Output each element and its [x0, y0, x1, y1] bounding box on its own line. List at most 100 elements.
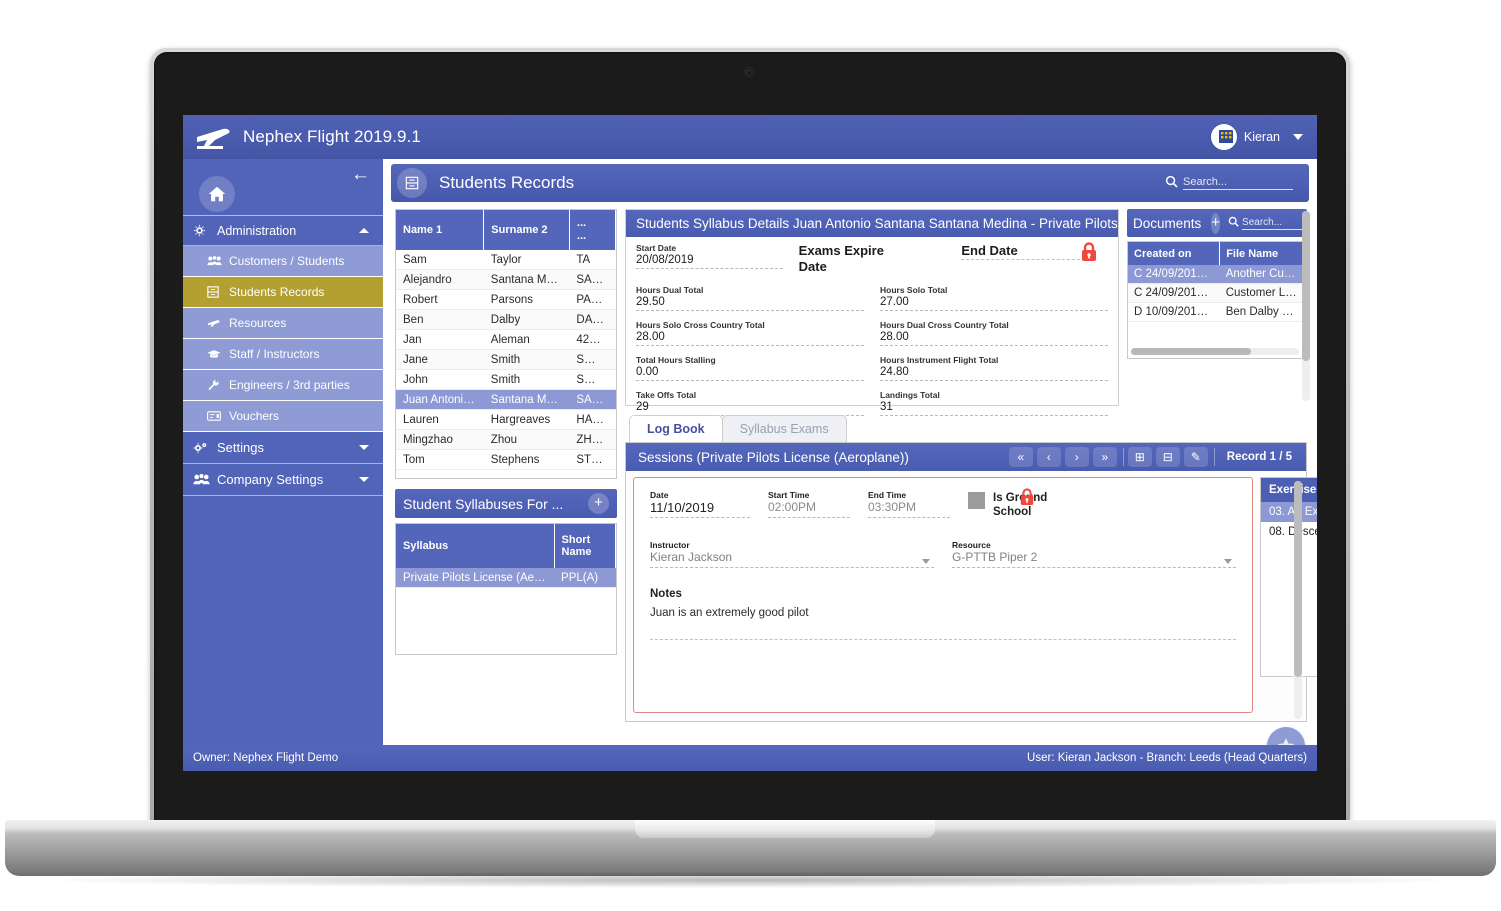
lock-icon[interactable] [1019, 487, 1035, 507]
chevron-down-icon[interactable] [1293, 134, 1303, 140]
tab-syllabus-exams[interactable]: Syllabus Exams [721, 415, 847, 442]
table-row[interactable]: C 24/09/2019 15:48:22Customer Log Book [1128, 283, 1306, 303]
chevron-left-icon[interactable]: ‹ [1036, 447, 1061, 467]
column-header-syllabus[interactable]: Syllabus [396, 524, 555, 568]
field-hours-solo-total: Hours Solo Total 27.00 [880, 285, 1108, 311]
field-value[interactable]: 29.50 [636, 296, 864, 311]
sidebar-item-customers-students[interactable]: Customers / Students [183, 246, 383, 277]
table-row[interactable]: Alejandro Santana Medina SA… [396, 269, 616, 290]
list-item[interactable]: 08. Descending [1261, 522, 1317, 542]
field-value[interactable]: Kieran Jackson [650, 550, 934, 568]
field-value[interactable]: 20/08/2019 [636, 254, 783, 269]
field-value[interactable]: 24.80 [880, 366, 1108, 381]
table-row[interactable]: Lauren Hargreaves HA… [396, 409, 616, 430]
wrench-icon [207, 379, 229, 391]
cell-code: PA… [569, 289, 616, 310]
table-row[interactable]: Robert Parsons PA… [396, 289, 616, 310]
voucher-icon [207, 411, 229, 421]
sidebar-item-label: Vouchers [229, 409, 280, 423]
column-header-short-name[interactable]: Short Name [554, 524, 616, 568]
table-row[interactable]: Jane Smith S… [396, 349, 616, 370]
arrow-left-icon[interactable]: ← [351, 165, 370, 184]
search-box[interactable]: Search... [1165, 175, 1293, 191]
sidebar-item-staff-instructors[interactable]: Staff / Instructors [183, 339, 383, 370]
students-grid[interactable]: Name 1 Surname 2 ... ... Sam Taylor TA Alej… [395, 209, 617, 479]
field-value[interactable]: Juan is an extremely good pilot [650, 607, 1236, 619]
column-header-name[interactable]: Name 1 [396, 210, 485, 250]
field-value[interactable]: 29 [636, 401, 864, 416]
sidebar-item-engineers-3rd-parties[interactable]: Engineers / 3rd parties [183, 370, 383, 401]
app-topbar: Nephex Flight 2019.9.1 Kieran [183, 115, 1317, 159]
column-header-surname[interactable]: Surname 2 [483, 210, 570, 250]
field-notes: Notes Juan is an extremely good pilot [650, 588, 1236, 640]
column-header-created-on[interactable]: Created on [1128, 242, 1221, 265]
field-value[interactable]: 27.00 [880, 296, 1108, 311]
people-icon [207, 255, 229, 267]
dots-line-2: ... [576, 230, 587, 242]
sidebar-item-vouchers[interactable]: Vouchers [183, 401, 383, 432]
exercise-list[interactable]: Exercise Name 03. Air Experience08. Desc… [1260, 477, 1317, 677]
sidebar-item-label: Staff / Instructors [229, 347, 320, 361]
edit-record-icon[interactable]: ✎ [1183, 447, 1208, 467]
lock-icon[interactable] [1080, 241, 1098, 263]
cell-created-on: D 10/09/2019 11:38:31 [1128, 302, 1220, 322]
table-row[interactable]: D 10/09/2019 11:38:31Ben Dalby Flying Dc [1128, 302, 1306, 322]
dots-line-1: ... [576, 217, 587, 230]
add-record-icon[interactable]: ⊞ [1127, 447, 1152, 467]
delete-record-icon[interactable]: ⊟ [1155, 447, 1180, 467]
chevron-down-icon[interactable] [922, 558, 930, 564]
sidebar-group-administration[interactable]: Administration [183, 216, 383, 246]
chevron-down-icon [359, 445, 369, 450]
cell-surname: Zhou [483, 429, 570, 450]
sidebar-group-settings[interactable]: Settings [183, 432, 383, 464]
cell-surname: Aleman [483, 329, 570, 350]
documents-horizontal-scrollbar[interactable] [1131, 348, 1299, 355]
field-date: Date 11/10/2019 [650, 490, 750, 518]
add-document-button[interactable]: + [1211, 212, 1221, 234]
field-value[interactable]: 28.00 [880, 331, 1108, 346]
chevron-right-icon[interactable]: › [1064, 447, 1089, 467]
table-header-row: Name 1 Surname 2 ... ... [396, 210, 617, 250]
page-title: Students Records [439, 173, 575, 192]
table-row[interactable]: Tom Stephens ST… [396, 449, 616, 470]
list-item[interactable]: 03. Air Experience [1261, 502, 1317, 522]
field-value[interactable]: 31 [880, 401, 1108, 416]
chevron-down-icon[interactable] [1224, 558, 1232, 564]
group-icon [193, 473, 213, 486]
field-value[interactable]: G-PTTB Piper 2 [952, 550, 1236, 568]
user-menu[interactable]: Kieran [1210, 124, 1303, 150]
table-row[interactable]: C 24/09/2019 16:00:21Another Customer L [1128, 265, 1306, 284]
home-icon[interactable] [199, 176, 235, 212]
field-value[interactable]: 02:00PM [768, 500, 850, 518]
main-scrollbar[interactable] [1302, 211, 1310, 401]
field-value[interactable]: 0.00 [636, 366, 864, 381]
table-row[interactable]: Mingzhao Zhou ZH… [396, 429, 616, 450]
table-row[interactable]: John Smith S… [396, 369, 616, 390]
field-value[interactable]: 03:30PM [868, 500, 950, 518]
table-row[interactable]: Juan Antonio Sant…Santana MedinaSA… [396, 389, 616, 410]
search-input[interactable]: Search... [1183, 176, 1293, 190]
field-value[interactable]: 11/10/2019 [650, 500, 750, 518]
field-value[interactable]: 28.00 [636, 331, 864, 346]
sidebar-item-resources[interactable]: Resources [183, 308, 383, 339]
session-form-scrollbar[interactable] [1294, 481, 1302, 719]
column-header-file-name[interactable]: File Name [1219, 242, 1306, 265]
is-ground-school-checkbox[interactable] [968, 492, 985, 509]
sidebar-item-students-records[interactable]: Students Records [183, 277, 383, 308]
table-header-row: Syllabus Short Name [396, 524, 616, 568]
cell-code: DA… [569, 309, 616, 330]
cell-surname: Santana Medina [483, 269, 570, 290]
tab-log-book[interactable]: Log Book [629, 415, 723, 442]
documents-grid[interactable]: Created on File Name C 24/09/2019 16:00:… [1127, 241, 1307, 359]
add-syllabus-button[interactable]: + [588, 493, 609, 514]
double-chevron-right-icon[interactable]: » [1092, 447, 1117, 467]
column-header-more[interactable]: ... ... [569, 210, 617, 250]
table-row[interactable]: Ben Dalby DA… [396, 309, 616, 330]
syllabuses-grid[interactable]: Syllabus Short Name Private Pilots Licen… [395, 523, 617, 655]
table-row[interactable]: Private Pilots License (Aeroplane)PPL(A) [396, 568, 616, 588]
sidebar-group-company-settings[interactable]: Company Settings [183, 464, 383, 496]
table-row[interactable]: Jan Aleman 42… [396, 329, 616, 350]
column-header-exercise-name[interactable]: Exercise Name [1261, 478, 1317, 502]
table-row[interactable]: Sam Taylor TA [396, 250, 616, 270]
double-chevron-left-icon[interactable]: « [1008, 447, 1033, 467]
